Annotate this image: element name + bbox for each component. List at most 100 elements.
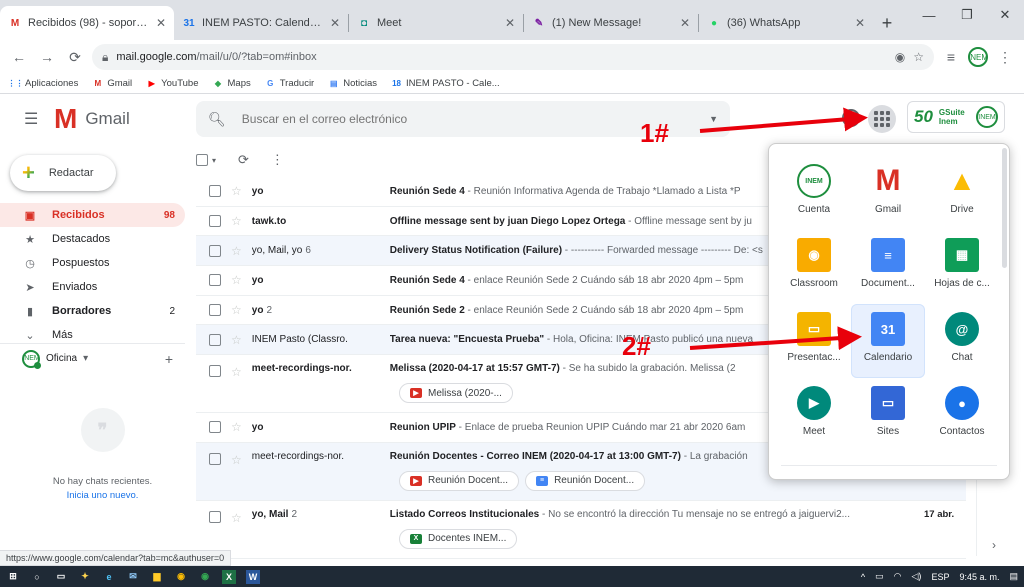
- app-sheets[interactable]: ▦ Hojas de c...: [925, 230, 999, 304]
- app-calendar[interactable]: 31 Calendario: [851, 304, 925, 378]
- bookmark-item[interactable]: 18 INEM PASTO - Cale...: [391, 78, 500, 89]
- task-view-icon[interactable]: ▭: [54, 570, 68, 584]
- chrome-icon[interactable]: ◉: [174, 570, 188, 584]
- language-indicator[interactable]: ESP: [931, 572, 949, 582]
- notifications-icon[interactable]: ▤: [1009, 571, 1018, 582]
- select-chevron-icon[interactable]: ▾: [212, 156, 216, 165]
- google-apps-button[interactable]: [868, 105, 896, 133]
- tab-close-icon[interactable]: ✕: [680, 16, 690, 30]
- sidebar-item-destacados[interactable]: ★ Destacados: [0, 227, 185, 251]
- app-contacts[interactable]: ● Contactos: [925, 378, 999, 452]
- bookmark-item[interactable]: G Traducir: [265, 78, 314, 89]
- bookmark-item[interactable]: ▤ Noticias: [328, 78, 377, 89]
- back-button[interactable]: ←: [8, 46, 30, 68]
- mail-app-icon[interactable]: ✉: [126, 570, 140, 584]
- star-icon[interactable]: ☆: [231, 303, 242, 317]
- tab-close-icon[interactable]: ✕: [330, 16, 340, 30]
- star-icon[interactable]: ☆: [231, 333, 242, 347]
- chevron-up-icon[interactable]: ^: [861, 572, 865, 582]
- wifi-icon[interactable]: ◠: [894, 571, 902, 582]
- sidebar-item-enviados[interactable]: ➤ Enviados: [0, 275, 185, 299]
- url-text[interactable]: mail.google.com/mail/u/0/?tab=om#inbox: [116, 51, 886, 63]
- star-icon[interactable]: ☆: [231, 214, 242, 228]
- app-sites[interactable]: ▭ Sites: [851, 378, 925, 452]
- gsuite-account-badge[interactable]: 50 GSuite Inem INEM: [907, 101, 1005, 133]
- attachment-chip[interactable]: X Docentes INEM...: [399, 528, 518, 549]
- bookmark-item[interactable]: ⋮⋮ Aplicaciones: [8, 78, 79, 89]
- forward-button[interactable]: →: [36, 46, 58, 68]
- star-icon[interactable]: ☆: [231, 244, 242, 258]
- row-checkbox[interactable]: [209, 215, 221, 228]
- attachment-chip[interactable]: ▶ Reunión Docent...: [399, 470, 520, 491]
- refresh-icon[interactable]: ⟳: [238, 152, 249, 168]
- hangouts-account[interactable]: INEM Oficina ▾ +: [0, 343, 185, 373]
- row-checkbox[interactable]: [209, 452, 221, 465]
- account-chevron-icon[interactable]: ▾: [83, 353, 88, 364]
- search-input[interactable]: [241, 112, 694, 126]
- clock[interactable]: 9:45 a. m.: [959, 572, 999, 582]
- star-icon[interactable]: ☆: [231, 273, 242, 287]
- battery-icon[interactable]: ▭: [875, 571, 884, 582]
- gmail-logo[interactable]: M Gmail: [54, 105, 214, 133]
- excel-icon[interactable]: X: [222, 569, 236, 584]
- browser-tab[interactable]: ✎ (1) New Message! ✕: [524, 6, 698, 40]
- attachment-chip[interactable]: ▶ Melissa (2020-...: [399, 383, 513, 404]
- tab-close-icon[interactable]: ✕: [505, 16, 515, 30]
- star-icon[interactable]: ☆: [231, 365, 242, 379]
- star-icon[interactable]: ☆: [231, 420, 242, 434]
- chrome-profile-icon[interactable]: ◉: [198, 570, 212, 584]
- address-bar[interactable]: 🔒︎ mail.google.com/mail/u/0/?tab=om#inbo…: [92, 44, 934, 70]
- attachment-chip[interactable]: ≡ Reunión Docent...: [525, 470, 646, 491]
- app-chat[interactable]: @ Chat: [925, 304, 999, 378]
- select-all-checkbox[interactable]: [196, 154, 208, 166]
- app-account[interactable]: INEM Cuenta: [777, 156, 851, 230]
- volume-icon[interactable]: ◁): [912, 571, 922, 582]
- new-tab-button[interactable]: +: [873, 6, 901, 40]
- row-checkbox[interactable]: [209, 365, 221, 378]
- app-classroom[interactable]: ◉ Classroom: [777, 230, 851, 304]
- tab-close-icon[interactable]: ✕: [156, 16, 166, 30]
- row-checkbox[interactable]: [209, 244, 221, 257]
- search-options-icon[interactable]: ▼: [709, 114, 718, 124]
- browser-tab[interactable]: M Recibidos (98) - soporte@inem ✕: [0, 6, 174, 40]
- profile-avatar[interactable]: INEM: [968, 47, 988, 67]
- star-icon[interactable]: ☆: [231, 511, 242, 525]
- edge-icon[interactable]: e: [102, 570, 116, 584]
- app-docs[interactable]: ≡ Document...: [851, 230, 925, 304]
- app-icon[interactable]: ✦: [78, 570, 92, 584]
- tab-close-icon[interactable]: ✕: [855, 16, 865, 30]
- browser-menu-icon[interactable]: ⋮: [994, 46, 1016, 68]
- reading-list-icon[interactable]: ≡: [940, 46, 962, 68]
- more-options-icon[interactable]: ⋮: [271, 152, 284, 168]
- new-chat-icon[interactable]: +: [165, 351, 173, 367]
- row-checkbox[interactable]: [209, 304, 221, 317]
- word-icon[interactable]: W: [246, 569, 260, 584]
- maximize-button[interactable]: ❐: [948, 0, 986, 30]
- bookmark-star-icon[interactable]: ☆: [913, 50, 924, 64]
- app-gmail[interactable]: M Gmail: [851, 156, 925, 230]
- app-meet[interactable]: ▶ Meet: [777, 378, 851, 452]
- sidebar-item-recibidos[interactable]: ▣ Recibidos 98: [0, 203, 185, 227]
- bookmark-item[interactable]: ▶ YouTube: [146, 78, 199, 89]
- start-new-chat-link[interactable]: Inicia uno nuevo.: [0, 490, 205, 501]
- bookmark-item[interactable]: ◆ Maps: [213, 78, 251, 89]
- table-row[interactable]: ☆ yo, Mail 2 Listado Correos Institucionale…: [196, 500, 966, 559]
- bookmark-item[interactable]: M Gmail: [92, 78, 133, 89]
- sidebar-item-pospuestos[interactable]: ◷ Pospuestos: [0, 251, 185, 275]
- star-icon[interactable]: ☆: [231, 453, 242, 467]
- star-icon[interactable]: ☆: [231, 184, 242, 198]
- compose-button[interactable]: + Redactar: [10, 155, 116, 191]
- browser-tab[interactable]: 31 INEM PASTO: Calendario - Det ✕: [174, 6, 348, 40]
- sidebar-item-borradores[interactable]: ▮ Borradores 2: [0, 299, 185, 323]
- windows-start-icon[interactable]: ⊞: [6, 570, 20, 584]
- app-slides[interactable]: ▭ Presentac...: [777, 304, 851, 378]
- browser-tab[interactable]: ◘ Meet ✕: [349, 6, 523, 40]
- row-checkbox[interactable]: [209, 333, 221, 346]
- search-icon[interactable]: 🔍︎: [208, 111, 226, 128]
- eye-icon[interactable]: ◉: [895, 50, 905, 64]
- help-icon[interactable]: ?: [842, 109, 860, 127]
- reload-button[interactable]: ⟳: [64, 46, 86, 68]
- main-menu-icon[interactable]: ☰: [24, 109, 44, 129]
- file-explorer-icon[interactable]: ▆: [150, 570, 164, 584]
- app-drive[interactable]: ▲ Drive: [925, 156, 999, 230]
